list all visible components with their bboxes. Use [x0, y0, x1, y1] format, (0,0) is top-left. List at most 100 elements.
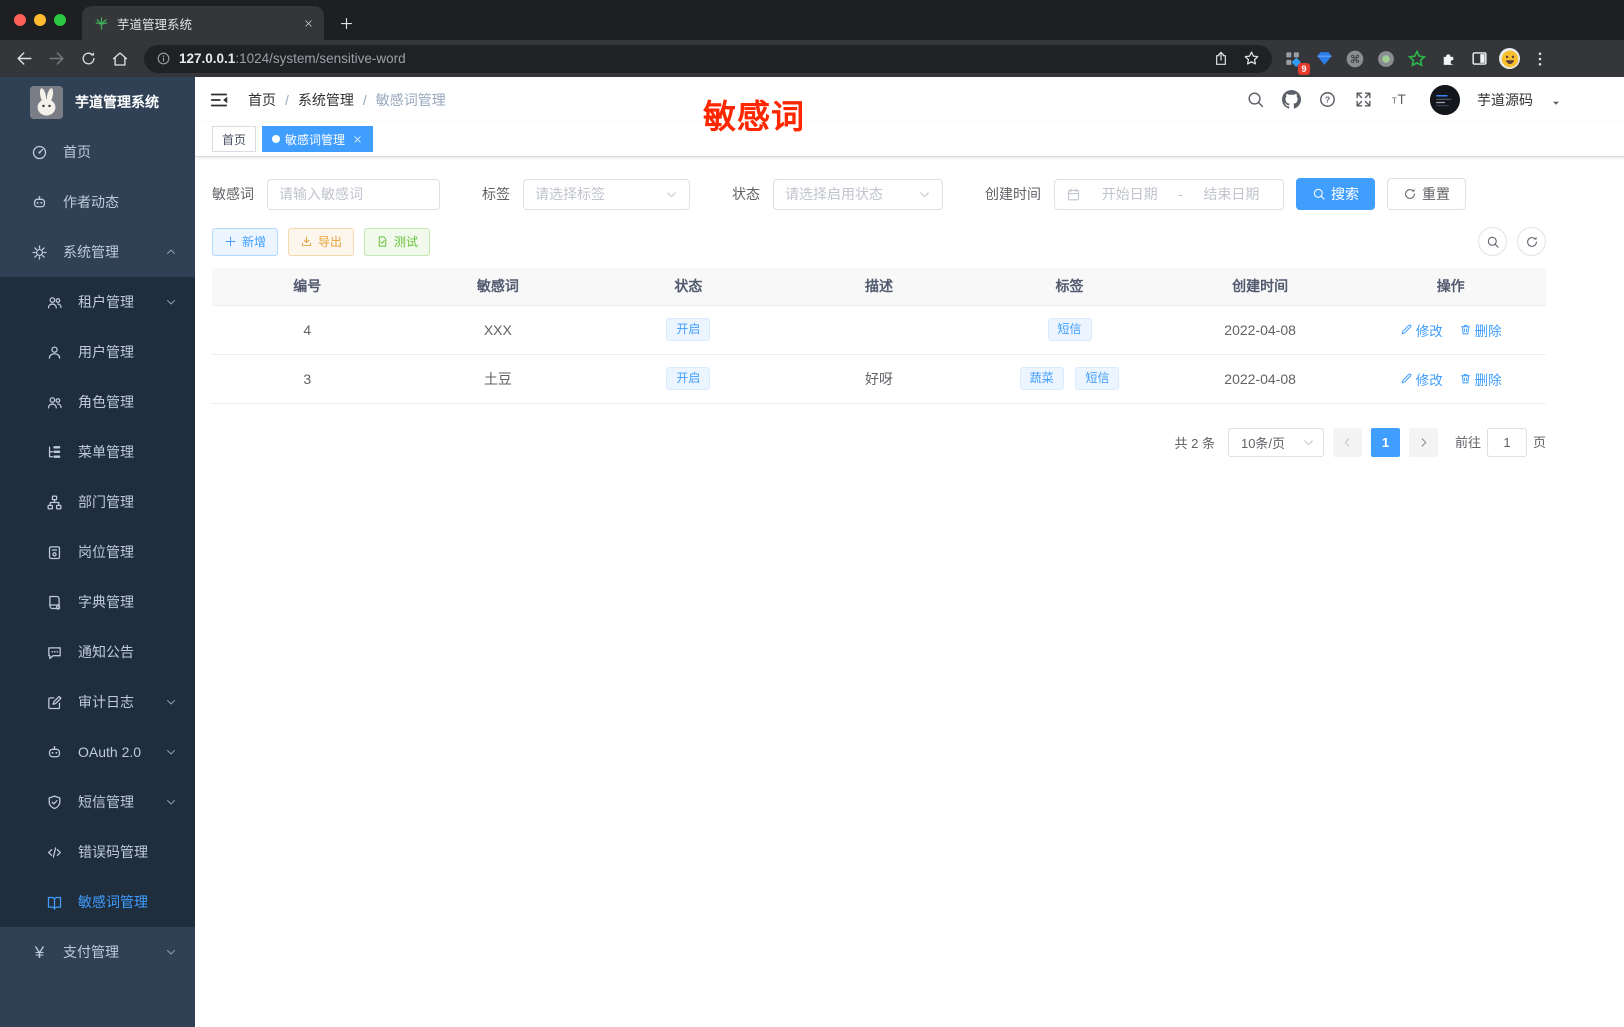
sidebar-item-label: 岗位管理	[78, 544, 134, 560]
extension-green-star-icon[interactable]	[1406, 48, 1428, 70]
reset-button[interactable]: 重置	[1387, 178, 1466, 210]
close-icon[interactable]	[352, 134, 363, 145]
browser-menu-icon[interactable]	[1529, 48, 1551, 70]
edit-button[interactable]: 修改	[1400, 320, 1443, 340]
trash-icon	[1459, 323, 1472, 336]
font-size-icon[interactable]	[1390, 90, 1409, 109]
breadcrumb-home[interactable]: 首页	[248, 90, 276, 110]
extension-gem-icon[interactable]	[1313, 48, 1335, 70]
sidebar-item-role[interactable]: 角色管理	[0, 377, 195, 427]
chevron-down-icon	[1302, 436, 1315, 449]
sidebar-item-audit-log[interactable]: 审计日志	[0, 677, 195, 727]
goto-page-input[interactable]	[1486, 427, 1527, 457]
sidebar: 芋道管理系统 首页 作者动态 系统管理 租户管理 用户管理 角色管理 菜单管理 …	[0, 77, 195, 1027]
tab-close-icon[interactable]	[300, 15, 316, 31]
profile-emoji-icon[interactable]	[1499, 48, 1520, 69]
search-button-label: 搜索	[1331, 186, 1359, 202]
search-button[interactable]: 搜索	[1296, 178, 1375, 210]
sidebar-item-pay[interactable]: ¥ 支付管理	[0, 927, 195, 977]
sidebar-item-label: 系统管理	[63, 244, 119, 260]
next-page-button[interactable]	[1408, 427, 1438, 457]
github-icon[interactable]	[1282, 90, 1301, 109]
chevron-up-icon	[165, 246, 177, 258]
extension-command-icon[interactable]	[1344, 48, 1366, 70]
export-button[interactable]: 导出	[288, 227, 355, 256]
user-avatar[interactable]	[1430, 84, 1460, 115]
header-search-icon[interactable]	[1246, 90, 1265, 109]
caret-down-icon[interactable]	[1550, 97, 1562, 109]
sidebar-item-user[interactable]: 用户管理	[0, 327, 195, 377]
status-select[interactable]: 请选择启用状态	[773, 178, 943, 210]
fullscreen-icon[interactable]	[1354, 90, 1373, 109]
sidebar-item-menu[interactable]: 菜单管理	[0, 427, 195, 477]
home-button[interactable]	[106, 45, 134, 73]
extension-badge: 9	[1297, 62, 1310, 75]
share-icon[interactable]	[1210, 51, 1232, 67]
help-icon[interactable]	[1318, 90, 1337, 109]
red-annotation-text: 敏感词	[703, 98, 805, 135]
address-bar[interactable]: 127.0.0.1:1024/system/sensitive-word	[144, 44, 1272, 73]
chevron-down-icon	[165, 746, 177, 758]
close-window-button[interactable]	[14, 14, 26, 26]
delete-button[interactable]: 删除	[1459, 320, 1502, 340]
app-logo-row[interactable]: 芋道管理系统	[0, 77, 195, 127]
author-icon	[31, 194, 48, 211]
sidebar-item-dept[interactable]: 部门管理	[0, 477, 195, 527]
extensions-puzzle-icon[interactable]	[1437, 48, 1459, 70]
sidebar-item-tenant[interactable]: 租户管理	[0, 277, 195, 327]
reading-mode-icon[interactable]	[1468, 48, 1490, 70]
delete-label: 删除	[1474, 323, 1502, 339]
minimize-window-button[interactable]	[34, 14, 46, 26]
extension-record-icon[interactable]	[1375, 48, 1397, 70]
forward-button[interactable]	[42, 45, 70, 73]
role-icon	[46, 394, 63, 411]
back-button[interactable]	[10, 45, 38, 73]
sidebar-item-error-code[interactable]: 错误码管理	[0, 827, 195, 877]
sidebar-item-label: OAuth 2.0	[78, 744, 142, 760]
page-size-select[interactable]: 10条/页	[1227, 427, 1324, 457]
browser-tab[interactable]: 芋道管理系统	[82, 6, 324, 40]
date-range-picker[interactable]: 开始日期 - 结束日期	[1054, 178, 1284, 210]
new-tab-button[interactable]	[332, 9, 360, 37]
breadcrumb-system[interactable]: 系统管理	[298, 90, 354, 110]
top-navbar: 首页 / 系统管理 / 敏感词管理 芋道源码	[195, 77, 1624, 122]
tag-sensitive-word[interactable]: 敏感词管理	[262, 126, 374, 152]
sidebar-item-label: 敏感词管理	[78, 894, 148, 910]
reload-button[interactable]	[74, 45, 102, 73]
edit-label: 修改	[1415, 323, 1443, 339]
add-button[interactable]: 新增	[212, 227, 279, 256]
bookmark-star-icon[interactable]	[1240, 50, 1262, 67]
extension-grid-icon[interactable]: 9	[1282, 48, 1310, 75]
test-button[interactable]: 测试	[364, 227, 431, 256]
sidebar-item-label: 首页	[63, 144, 91, 160]
sidebar-item-notice[interactable]: 通知公告	[0, 627, 195, 677]
sidebar-item-home[interactable]: 首页	[0, 127, 195, 177]
tenant-icon	[46, 294, 63, 311]
keyword-input[interactable]	[279, 186, 428, 202]
maximize-window-button[interactable]	[54, 14, 66, 26]
sidebar-item-dict[interactable]: 字典管理	[0, 577, 195, 627]
show-search-button[interactable]	[1478, 227, 1507, 256]
hamburger-icon[interactable]	[208, 89, 230, 111]
sidebar-item-label: 部门管理	[78, 494, 134, 510]
sidebar-item-system[interactable]: 系统管理	[0, 227, 195, 277]
refresh-table-button[interactable]	[1517, 227, 1546, 256]
sidebar-item-post[interactable]: 岗位管理	[0, 527, 195, 577]
tag-select[interactable]: 请选择标签	[523, 178, 690, 210]
sidebar-item-sms[interactable]: 短信管理	[0, 777, 195, 827]
username[interactable]: 芋道源码	[1477, 90, 1533, 110]
delete-button[interactable]: 删除	[1459, 369, 1502, 389]
edit-icon	[1400, 323, 1413, 336]
tag-home[interactable]: 首页	[212, 126, 257, 152]
download-icon	[300, 235, 313, 248]
browser-tab-strip: 芋道管理系统	[0, 0, 1624, 40]
current-page[interactable]: 1	[1370, 427, 1400, 457]
filter-row: 敏感词 标签 请选择标签 状态 请选择启用状态 创建时间 开始日期	[212, 178, 1546, 210]
sidebar-item-author[interactable]: 作者动态	[0, 177, 195, 227]
prev-page-button[interactable]	[1332, 427, 1362, 457]
edit-button[interactable]: 修改	[1400, 369, 1443, 389]
sidebar-item-sensitive-word[interactable]: 敏感词管理	[0, 877, 195, 927]
status-select-placeholder: 请选择启用状态	[785, 186, 883, 202]
site-info-icon[interactable]	[156, 51, 171, 66]
sidebar-item-oauth[interactable]: OAuth 2.0	[0, 727, 195, 777]
